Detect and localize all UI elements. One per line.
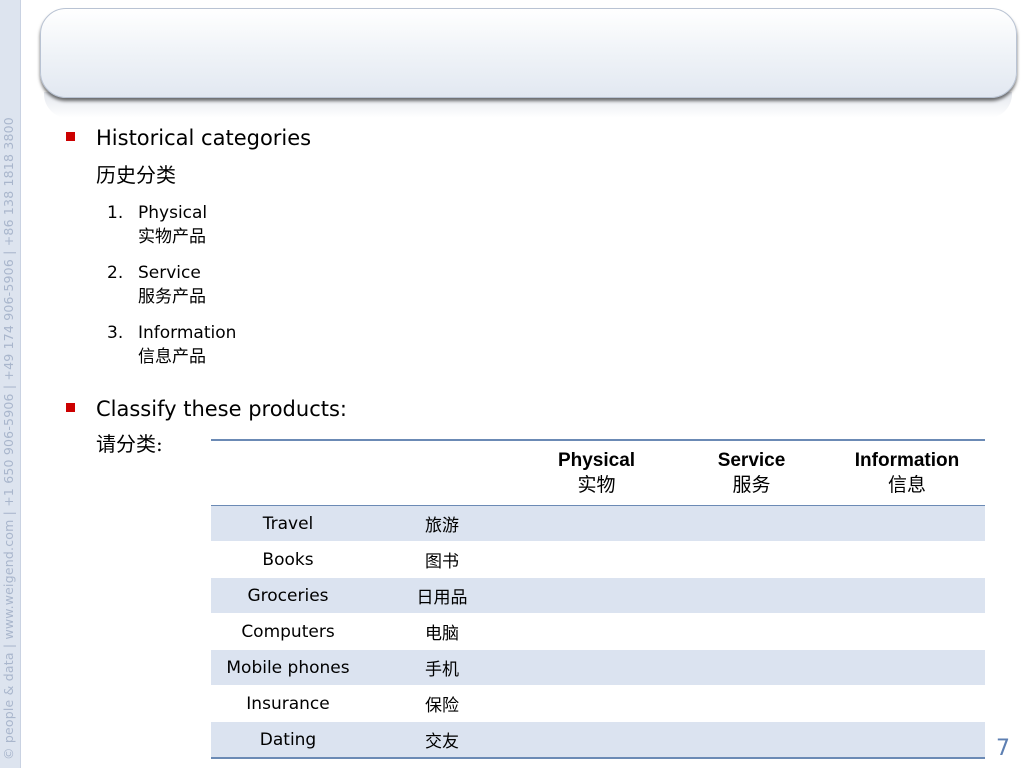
contact-vertical-text: © people & data | www.weigend.com | +1 6… (1, 117, 16, 760)
row-product-en: Books (211, 541, 365, 578)
section-historical-subtitle: 历史分类 (96, 163, 176, 187)
cell-information (829, 541, 985, 578)
list-item-number: 2. (107, 263, 124, 283)
row-product-en: Computers (211, 613, 365, 650)
table-row: Groceries 日用品 (211, 577, 985, 614)
header-information: Information 信息 (829, 439, 985, 506)
cell-physical (519, 721, 674, 759)
cell-information (829, 505, 985, 542)
table-row: Travel 旅游 (211, 505, 985, 542)
title-banner (40, 8, 1017, 98)
list-item-number: 1. (107, 203, 124, 223)
table-header-row: Physical 实物 Service 服务 Information 信息 (211, 439, 985, 506)
cell-information (829, 685, 985, 722)
cell-service (674, 685, 829, 722)
table-row: Insurance 保险 (211, 685, 985, 722)
cell-service (674, 541, 829, 578)
cell-information (829, 649, 985, 686)
cell-service (674, 649, 829, 686)
list-item-information-zh: 信息产品 (138, 347, 206, 367)
list-item-physical: Physical (138, 203, 208, 223)
header-service-en: Service (717, 450, 786, 471)
cell-physical (519, 613, 674, 650)
header-physical-en: Physical (557, 450, 636, 471)
row-product-zh: 日用品 (365, 577, 519, 614)
row-product-en: Insurance (211, 685, 365, 722)
header-information-zh: 信息 (887, 475, 926, 496)
cell-physical (519, 685, 674, 722)
cell-physical (519, 505, 674, 542)
table-row: Computers 电脑 (211, 613, 985, 650)
row-product-en: Groceries (211, 577, 365, 614)
row-product-en: Travel (211, 505, 365, 542)
cell-service (674, 721, 829, 759)
row-product-zh: 交友 (365, 721, 519, 759)
cell-physical (519, 649, 674, 686)
list-item-information: Information (138, 323, 237, 343)
row-product-zh: 保险 (365, 685, 519, 722)
header-service-zh: 服务 (732, 475, 771, 496)
section-historical-title: Historical categories (96, 126, 312, 150)
header-empty (211, 439, 365, 506)
cell-service (674, 613, 829, 650)
section-classify-title: Classify these products: (96, 397, 347, 421)
list-item-service-zh: 服务产品 (138, 287, 206, 307)
table-row: Dating 交友 (211, 721, 985, 759)
cell-service (674, 505, 829, 542)
cell-physical (519, 541, 674, 578)
bullet-icon (66, 403, 75, 412)
row-product-zh: 电脑 (365, 613, 519, 650)
header-empty (365, 439, 519, 506)
bullet-icon (66, 132, 75, 141)
header-service: Service 服务 (674, 439, 829, 506)
table-row: Mobile phones 手机 (211, 649, 985, 686)
row-product-zh: 旅游 (365, 505, 519, 542)
cell-information (829, 721, 985, 759)
header-information-en: Information (854, 450, 960, 471)
row-product-en: Mobile phones (211, 649, 365, 686)
section-classify-subtitle: 请分类: (96, 432, 163, 456)
table-row: Books 图书 (211, 541, 985, 578)
header-physical-zh: 实物 (577, 475, 616, 496)
list-item-number: 3. (107, 323, 124, 343)
product-classification-table: Physical 实物 Service 服务 Information 信息 Tr… (211, 439, 985, 759)
cell-service (674, 577, 829, 614)
cell-physical (519, 577, 674, 614)
row-product-en: Dating (211, 721, 365, 759)
row-product-zh: 手机 (365, 649, 519, 686)
list-item-physical-zh: 实物产品 (138, 227, 206, 247)
page-number: 7 (996, 736, 1010, 761)
cell-information (829, 577, 985, 614)
header-physical: Physical 实物 (519, 439, 674, 506)
row-product-zh: 图书 (365, 541, 519, 578)
left-sidebar-strip: © people & data | www.weigend.com | +1 6… (0, 0, 21, 768)
list-item-service: Service (138, 263, 201, 283)
cell-information (829, 613, 985, 650)
